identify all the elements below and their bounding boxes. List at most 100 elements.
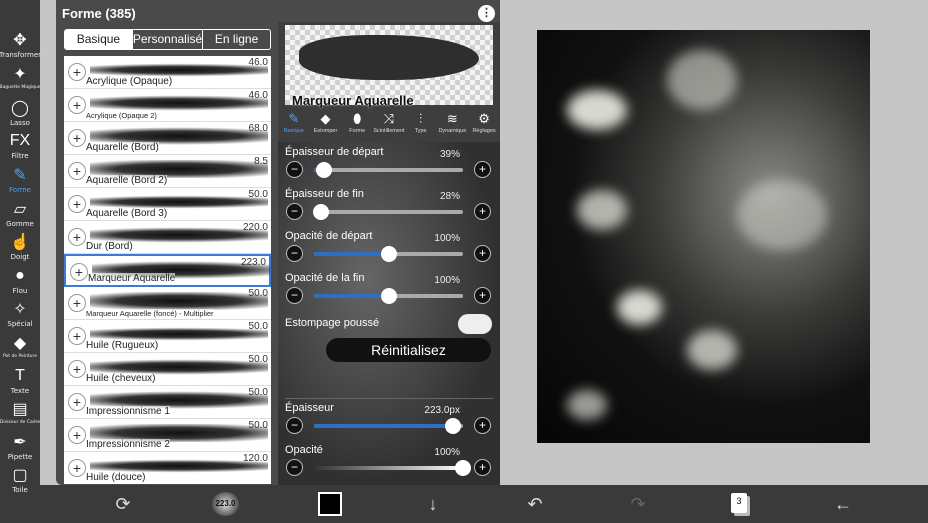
tool-4[interactable]: ✎ Forme [0, 165, 40, 194]
brush-list[interactable]: +46.0 Acrylique (Opaque) +46.0 Acrylique (O… [64, 56, 271, 484]
end-opacity-knob[interactable] [380, 288, 397, 304]
add-brush-button[interactable]: + [68, 63, 86, 81]
start-opacity-minus-button[interactable]: − [286, 245, 303, 262]
thickness-track[interactable] [314, 418, 463, 434]
tab-en-ligne[interactable]: En ligne [202, 30, 270, 49]
thickness-value: 223.0px [424, 405, 460, 416]
artwork-image[interactable] [537, 30, 870, 443]
end-thickness-plus-button[interactable]: + [474, 203, 491, 220]
reset-button[interactable]: Réinitialisez [326, 338, 491, 362]
brush-row[interactable]: +68.0 Aquarelle (Bord) [64, 122, 271, 155]
settings-tab[interactable]: ⬮ Forme [343, 110, 372, 144]
tool-13[interactable]: ▢ Toile [0, 465, 40, 494]
tool-11[interactable]: ▤ Diviseur de Cadre [0, 399, 40, 425]
redo-icon[interactable]: ↷ [625, 492, 651, 516]
finger-icon: ☝ [10, 234, 30, 251]
brush-row[interactable]: +50.0 Marqueur Aquarelle (foncé) - Multip… [64, 287, 271, 320]
add-brush-button[interactable]: + [68, 96, 86, 114]
brush-name: Aquarelle (Bord 3) [86, 208, 168, 219]
more-menu-icon[interactable]: ⋮ [478, 5, 495, 22]
transform-icon[interactable]: ⟳ [110, 492, 136, 516]
opacity-minus-button[interactable]: − [286, 459, 303, 476]
brush-row[interactable]: +220.0 Dur (Bord) [64, 221, 271, 254]
start-opacity-track[interactable] [314, 246, 463, 262]
tool-8[interactable]: ✧ Spécial [0, 299, 40, 328]
brush-row[interactable]: +46.0 Acrylique (Opaque 2) [64, 89, 271, 122]
tool-3[interactable]: FX Filtre [0, 131, 40, 160]
settings-tab[interactable]: ◆ Estomper [311, 110, 340, 144]
opacity-plus-button[interactable]: + [474, 459, 491, 476]
settings-tab[interactable]: ⫶ Type [406, 110, 435, 144]
add-brush-button[interactable]: + [68, 393, 86, 411]
end-opacity-track[interactable] [314, 288, 463, 304]
add-brush-button[interactable]: + [68, 294, 86, 312]
brush-row[interactable]: +50.0 Impressionnisme 1 [64, 386, 271, 419]
bottom-bar: ⟳ 223.0 ↓ ↶ ↷ 3 ← [40, 485, 928, 523]
brush-row[interactable]: +50.0 Huile (cheveux) [64, 353, 271, 386]
undo-icon[interactable]: ↶ [522, 492, 548, 516]
start-opacity-value: 100% [434, 233, 460, 244]
start-thickness-knob[interactable] [316, 162, 333, 178]
start-thickness-track[interactable] [314, 162, 463, 178]
brush-row[interactable]: +223.0 Marqueur Aquarelle [64, 254, 271, 287]
brush-size: 68.0 [248, 123, 268, 134]
end-opacity-minus-button[interactable]: − [286, 287, 303, 304]
brush-row[interactable]: +8.5 Aquarelle (Bord 2) [64, 155, 271, 188]
tool-10[interactable]: T Texte [0, 366, 40, 395]
opacity-knob[interactable] [455, 460, 471, 476]
end-thickness-track[interactable] [313, 204, 463, 220]
start-opacity-plus-button[interactable]: + [474, 245, 491, 262]
brush-row[interactable]: +50.0 Huile (Rugueux) [64, 320, 271, 353]
settings-tab[interactable]: ✎ Basique [279, 110, 308, 144]
settings-tab[interactable]: ⤨ Scintillement [373, 110, 404, 144]
tool-2[interactable]: ◯ Lasso [0, 98, 40, 127]
settings-tab[interactable]: ≋ Dynamique [438, 110, 467, 144]
end-thickness-knob[interactable] [313, 204, 330, 220]
current-color-swatch[interactable] [318, 492, 342, 516]
brush-row[interactable]: +120.0 Huile (douce) [64, 452, 271, 484]
brush-row[interactable]: +46.0 Acrylique (Opaque) [64, 56, 271, 89]
dynamics-icon: ≋ [446, 111, 458, 126]
add-brush-button[interactable]: + [68, 129, 86, 147]
tool-0[interactable]: ✥ Transformer [0, 30, 41, 59]
tab-basique[interactable]: Basique [65, 30, 132, 49]
tool-5[interactable]: ▱ Gomme [0, 199, 40, 228]
thickness-minus-button[interactable]: − [286, 417, 303, 434]
end-opacity-plus-button[interactable]: + [474, 287, 491, 304]
add-brush-button[interactable]: + [68, 360, 86, 378]
tool-6[interactable]: ☝ Doigt [0, 232, 40, 261]
brush-size: 46.0 [248, 57, 268, 68]
thickness-knob[interactable] [444, 418, 461, 434]
layers-button[interactable]: 3 [731, 493, 747, 513]
opacity-track[interactable] [314, 460, 471, 476]
add-brush-button[interactable]: + [68, 228, 86, 246]
tool-label: Pipette [7, 453, 33, 461]
settings-tab[interactable]: ⚙ Réglages [470, 110, 499, 144]
thickness-plus-button[interactable]: + [474, 417, 491, 434]
settings-tab-label: Type [414, 128, 427, 134]
add-brush-button[interactable]: + [70, 263, 88, 281]
thickness-slider: Épaisseur 223.0px − + [278, 402, 500, 440]
thickness-fill [314, 424, 453, 428]
brush-name: Dur (Bord) [86, 241, 133, 252]
add-brush-button[interactable]: + [68, 459, 86, 477]
tool-1[interactable]: ✦ Baguette Magique [0, 64, 41, 90]
tool-7[interactable]: ● Flou [0, 266, 40, 295]
add-brush-button[interactable]: + [68, 327, 86, 345]
back-arrow-icon[interactable]: ← [830, 492, 856, 516]
tool-12[interactable]: ✒ Pipette [0, 432, 40, 461]
end-thickness-minus-button[interactable]: − [286, 203, 303, 220]
start-opacity-knob[interactable] [380, 246, 397, 262]
brush-row[interactable]: +50.0 Aquarelle (Bord 3) [64, 188, 271, 221]
brush-size-button[interactable]: 223.0 [212, 492, 239, 516]
add-brush-button[interactable]: + [68, 195, 86, 213]
download-arrow-icon[interactable]: ↓ [420, 492, 446, 516]
add-brush-button[interactable]: + [68, 162, 86, 180]
tab-personnalise[interactable]: Personnalisé [131, 30, 202, 49]
stamp-toggle[interactable] [458, 314, 492, 334]
add-brush-button[interactable]: + [68, 426, 86, 444]
brush-row[interactable]: +50.0 Impressionnisme 2 [64, 419, 271, 452]
start-thickness-plus-button[interactable]: + [474, 161, 491, 178]
tool-9[interactable]: ◆ Pot de Peinture [0, 333, 40, 359]
start-thickness-minus-button[interactable]: − [286, 161, 303, 178]
